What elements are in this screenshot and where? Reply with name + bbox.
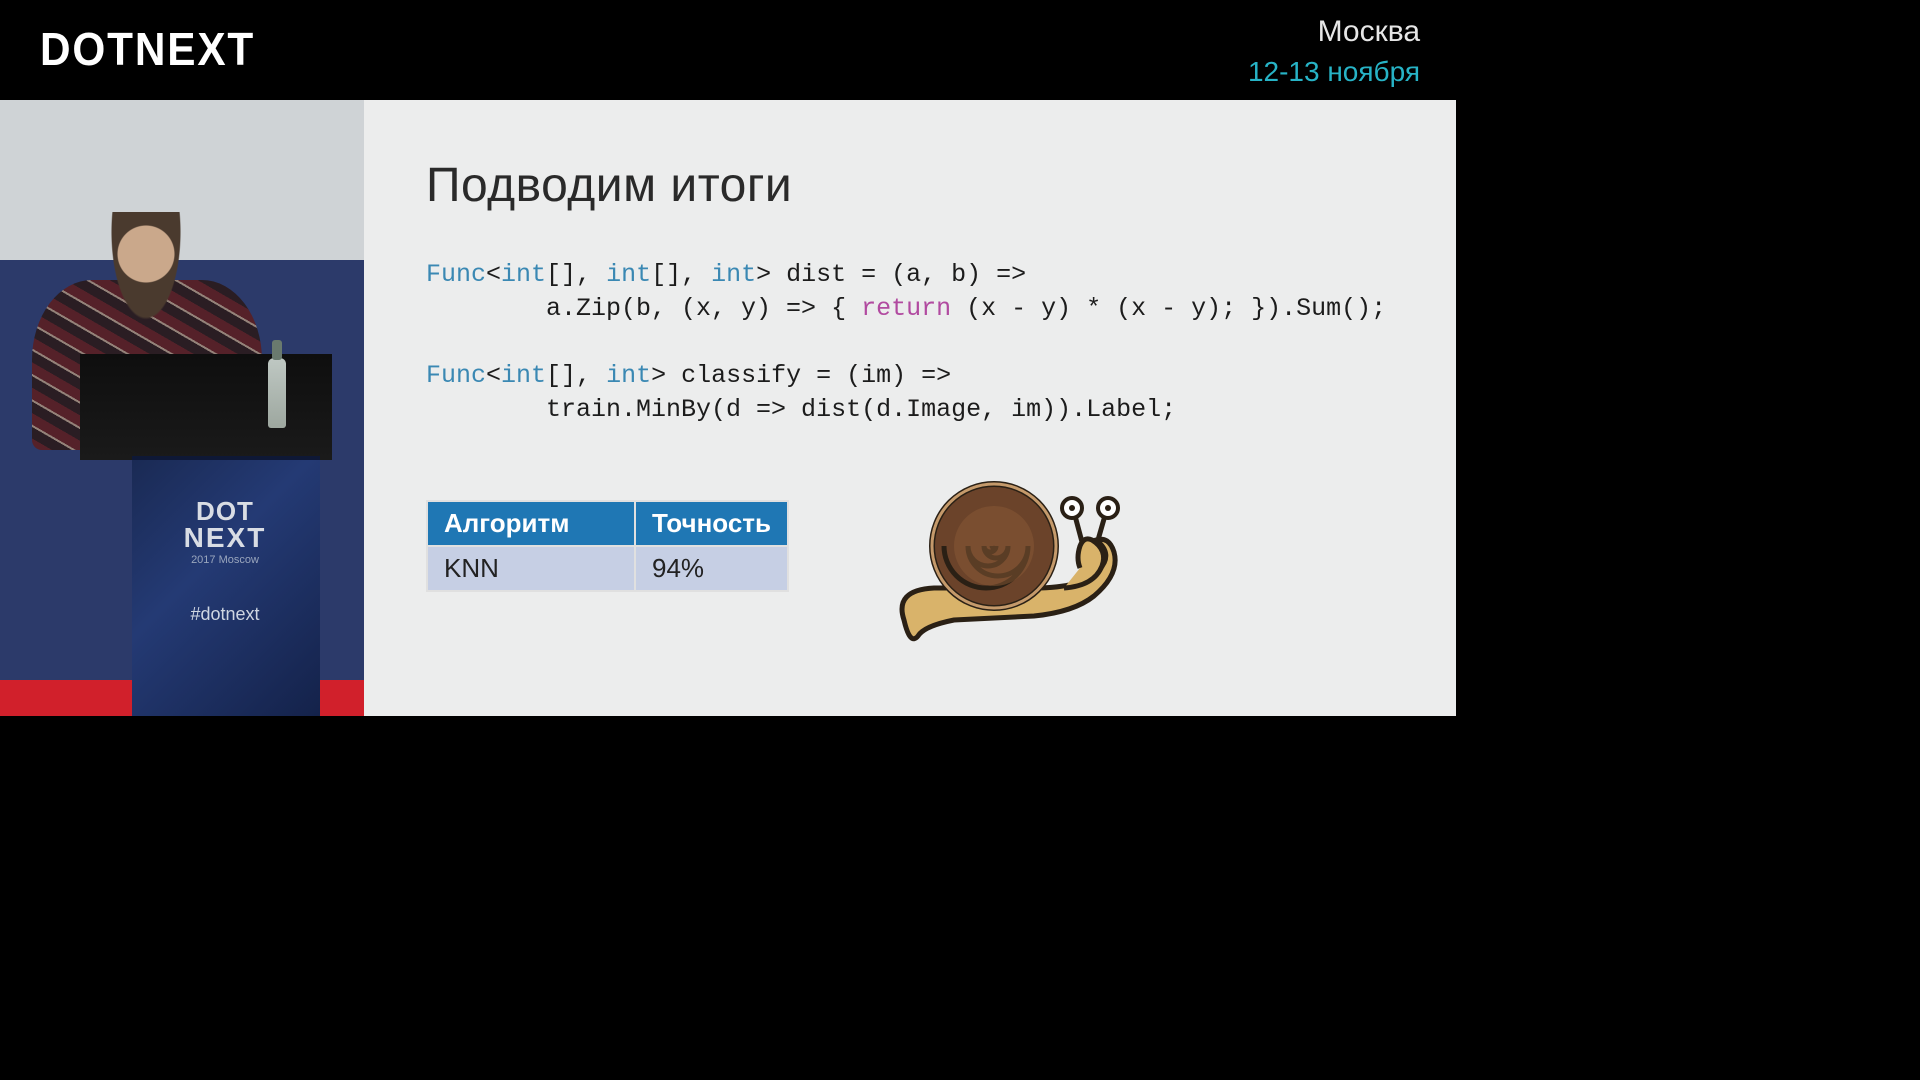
laptop xyxy=(80,354,332,460)
code-token: (x - y) * (x - y); }).Sum(); xyxy=(951,294,1386,323)
code-token: int xyxy=(711,260,756,289)
brand-logo: DOTNEXT xyxy=(40,22,255,76)
code-token: < xyxy=(486,260,501,289)
col-accuracy: Точность xyxy=(635,501,788,546)
lectern-year: 2017 Moscow xyxy=(140,554,310,566)
code-token: [], xyxy=(546,361,606,390)
lectern xyxy=(132,456,320,716)
code-token: Func xyxy=(426,260,486,289)
event-city: Москва xyxy=(1248,12,1420,53)
code-token: < xyxy=(486,361,501,390)
col-algorithm: Алгоритм xyxy=(427,501,635,546)
code-token: int xyxy=(606,361,651,390)
code-token: int xyxy=(501,361,546,390)
code-token: a.Zip(b, (x, y) => { xyxy=(426,294,861,323)
code-token: Func xyxy=(426,361,486,390)
lectern-brand-line2: NEXT xyxy=(140,522,310,554)
lectern-hashtag: #dotnext xyxy=(140,604,310,625)
code-token: int xyxy=(606,260,651,289)
code-token: train.MinBy(d => dist(d.Image, im)).Labe… xyxy=(426,395,1176,424)
code-token: > dist = (a, b) => xyxy=(756,260,1026,289)
bottom-bar xyxy=(0,716,1456,816)
speaker-camera-feed: DOT NEXT 2017 Moscow #dotnext xyxy=(0,100,364,716)
cell-algorithm: KNN xyxy=(427,546,635,591)
cell-accuracy: 94% xyxy=(635,546,788,591)
slide-title: Подводим итоги xyxy=(426,158,792,213)
event-date: 12-13 ноября xyxy=(1248,53,1420,91)
water-bottle xyxy=(268,358,286,428)
slide: Подводим итоги Func<int[], int[], int> d… xyxy=(364,100,1456,716)
table-row: KNN 94% xyxy=(427,546,788,591)
results-table: Алгоритм Точность KNN 94% xyxy=(426,500,789,592)
header-bar: DOTNEXT Москва 12-13 ноября xyxy=(0,0,1456,100)
code-token: [], xyxy=(546,260,606,289)
code-token: > classify = (im) => xyxy=(651,361,951,390)
table-header-row: Алгоритм Точность xyxy=(427,501,788,546)
code-token: return xyxy=(861,294,951,323)
code-block: Func<int[], int[], int> dist = (a, b) =>… xyxy=(426,258,1386,427)
code-token: int xyxy=(501,260,546,289)
snail-icon xyxy=(884,470,1124,650)
code-token: [], xyxy=(651,260,711,289)
event-meta: Москва 12-13 ноября xyxy=(1248,12,1420,90)
